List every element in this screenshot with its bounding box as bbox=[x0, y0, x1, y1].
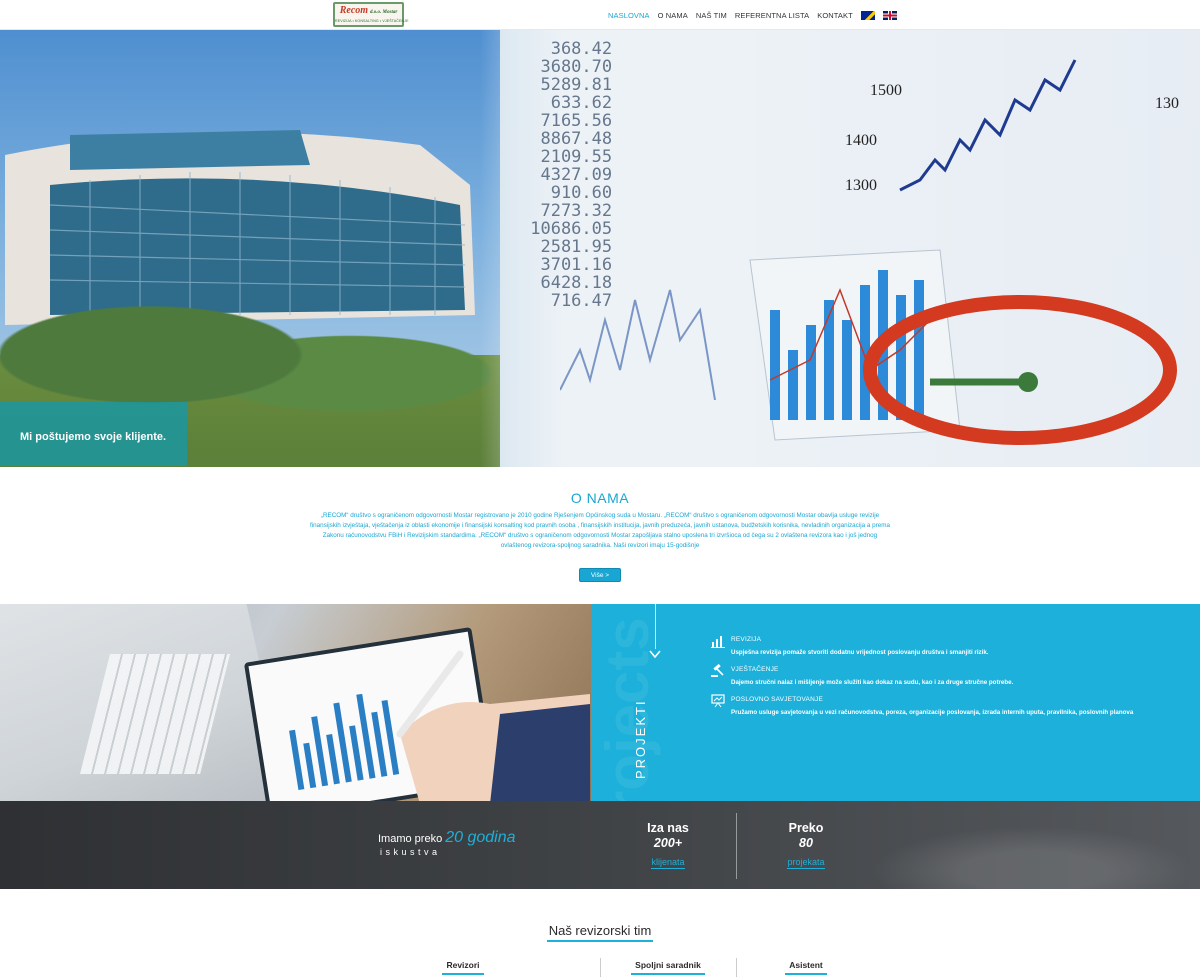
team-tab-label: Asistent bbox=[785, 960, 827, 975]
svg-text:1500: 1500 bbox=[870, 82, 902, 99]
projects-photo bbox=[0, 604, 591, 801]
projects-label: PROJEKTI bbox=[633, 699, 648, 779]
team-section-title: Naš revizorski tim bbox=[0, 922, 1200, 942]
stat-clients: Iza nas 200+ klijenata bbox=[618, 821, 718, 870]
bar-chart-graphic bbox=[560, 249, 1177, 445]
svg-text:1300: 1300 bbox=[845, 177, 877, 194]
team-divider bbox=[600, 958, 601, 977]
projects-watermark: rojects bbox=[594, 617, 661, 801]
about-title: O NAMA bbox=[570, 490, 630, 506]
team-title: Naš revizorski tim bbox=[546, 923, 654, 942]
svg-text:130: 130 bbox=[1155, 95, 1179, 112]
service-description: Dajemo stručni nalaz i mišljenje može sl… bbox=[731, 679, 1014, 686]
menu-item-referentna-lista[interactable]: REFERENTNA LISTA bbox=[735, 9, 809, 23]
stat-projects-label[interactable]: projekata bbox=[787, 857, 825, 869]
service-description: Uspješna revizija pomaže stvoriti dodatn… bbox=[731, 649, 989, 656]
experience-line: Imamo preko 20 godina bbox=[378, 829, 516, 847]
logo[interactable]: Recom d.o.o. Mostar REVIZIJA • KONSALTING… bbox=[333, 2, 409, 27]
stat-projects-line1: Preko bbox=[788, 821, 824, 835]
stat-clients-label[interactable]: klijenata bbox=[651, 857, 685, 869]
main-menu: NASLOVNA O NAMA NAŠ TIM REFERENTNA LISTA… bbox=[608, 9, 905, 23]
more-button[interactable]: Više > bbox=[579, 568, 621, 582]
stat-clients-value: 200+ bbox=[653, 836, 683, 850]
team-tab-label: Spoljni saradnik bbox=[631, 960, 705, 975]
english-flag-icon[interactable] bbox=[882, 11, 897, 20]
menu-item-o-nama[interactable]: O NAMA bbox=[658, 9, 688, 23]
line-chart-graphic: 1500 1400 1300 130 bbox=[845, 59, 1179, 194]
stat-projects-value: 80 bbox=[799, 836, 813, 850]
stat-projects: Preko 80 projekata bbox=[756, 821, 856, 870]
team-tab-revizori[interactable]: Revizori bbox=[403, 960, 523, 975]
team-tab-label: Revizori bbox=[442, 960, 484, 975]
stats-divider bbox=[736, 813, 737, 879]
menu-item-nas-tim[interactable]: NAŠ TIM bbox=[696, 9, 727, 23]
experience-suffix: iskustva bbox=[380, 847, 441, 857]
about-text: „RECOM“ društvo s ograničenom odgovornos… bbox=[310, 512, 890, 549]
presentation-icon bbox=[711, 694, 725, 708]
stat-clients-line1: Iza nas bbox=[647, 821, 689, 835]
top-navigation: Recom d.o.o. Mostar REVIZIJA • KONSALTING… bbox=[0, 0, 1200, 30]
hand-with-pen-image bbox=[396, 650, 590, 801]
service-description: Pružamo usluge savjetovanja u vezi račun… bbox=[731, 709, 1134, 716]
stats-band: Imamo preko 20 godina iskustva Iza nas 20… bbox=[0, 801, 1200, 889]
team-divider bbox=[736, 958, 737, 977]
team-tab-asistent[interactable]: Asistent bbox=[746, 960, 866, 975]
service-title: VJEŠTAČENJE bbox=[731, 666, 779, 673]
menu-item-kontakt[interactable]: KONTAKT bbox=[817, 9, 853, 23]
hero-caption: Mi poštujemo svoje klijente. bbox=[20, 431, 167, 443]
menu-item-naslovna[interactable]: NASLOVNA bbox=[608, 9, 650, 23]
experience-value: 20 godina bbox=[445, 829, 516, 846]
chart-icon bbox=[711, 636, 725, 648]
experience-prefix: Imamo preko bbox=[378, 833, 443, 845]
chevron-down-icon bbox=[649, 650, 661, 659]
service-title: REVIZIJA bbox=[731, 636, 762, 643]
gavel-icon bbox=[711, 664, 724, 677]
team-tab-spoljni-saradnik[interactable]: Spoljni saradnik bbox=[608, 960, 728, 975]
bosnian-flag-icon[interactable] bbox=[860, 11, 875, 20]
service-title: POSLOVNO SAVJETOVANJE bbox=[731, 696, 823, 703]
hero-caption-box: Mi poštujemo svoje klijente. bbox=[0, 402, 187, 466]
logo-tagline: REVIZIJA • KONSALTING • VJEŠTAČENJE bbox=[335, 19, 409, 23]
projects-panel: rojects PROJEKTI REVIZIJA Uspješna reviz… bbox=[591, 604, 1200, 801]
projects-divider bbox=[655, 604, 656, 649]
hero-banner: 368.42 3680.70 5289.81 633.62 7165.56 88… bbox=[0, 30, 1200, 467]
logo-brand: Recom d.o.o. Mostar bbox=[339, 5, 398, 16]
svg-text:1400: 1400 bbox=[845, 132, 877, 149]
